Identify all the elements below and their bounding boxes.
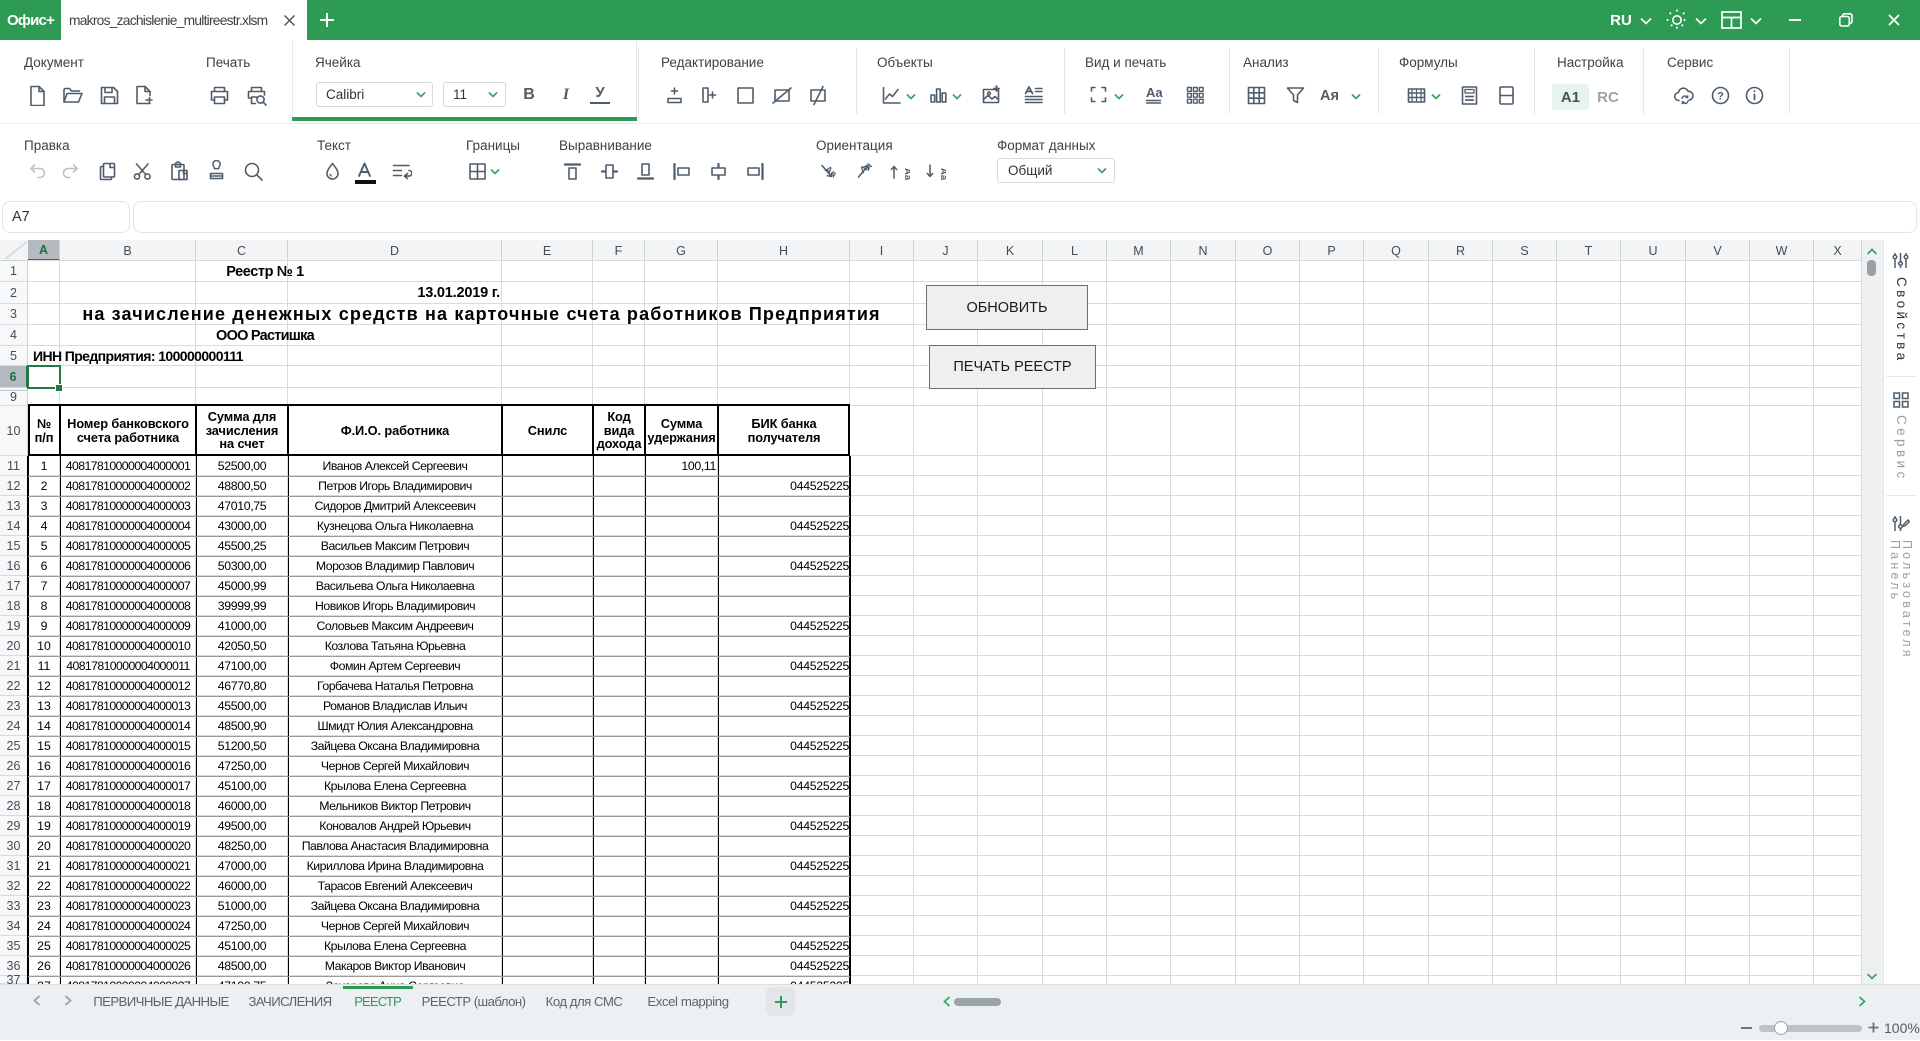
svg-text:Aa: Aa: [938, 168, 946, 181]
svg-text:?: ?: [1717, 91, 1724, 103]
svg-text:Aa: Aa: [902, 168, 910, 181]
svg-text:Aa: Aa: [1146, 85, 1163, 100]
svg-text:Aa: Aa: [822, 164, 839, 181]
